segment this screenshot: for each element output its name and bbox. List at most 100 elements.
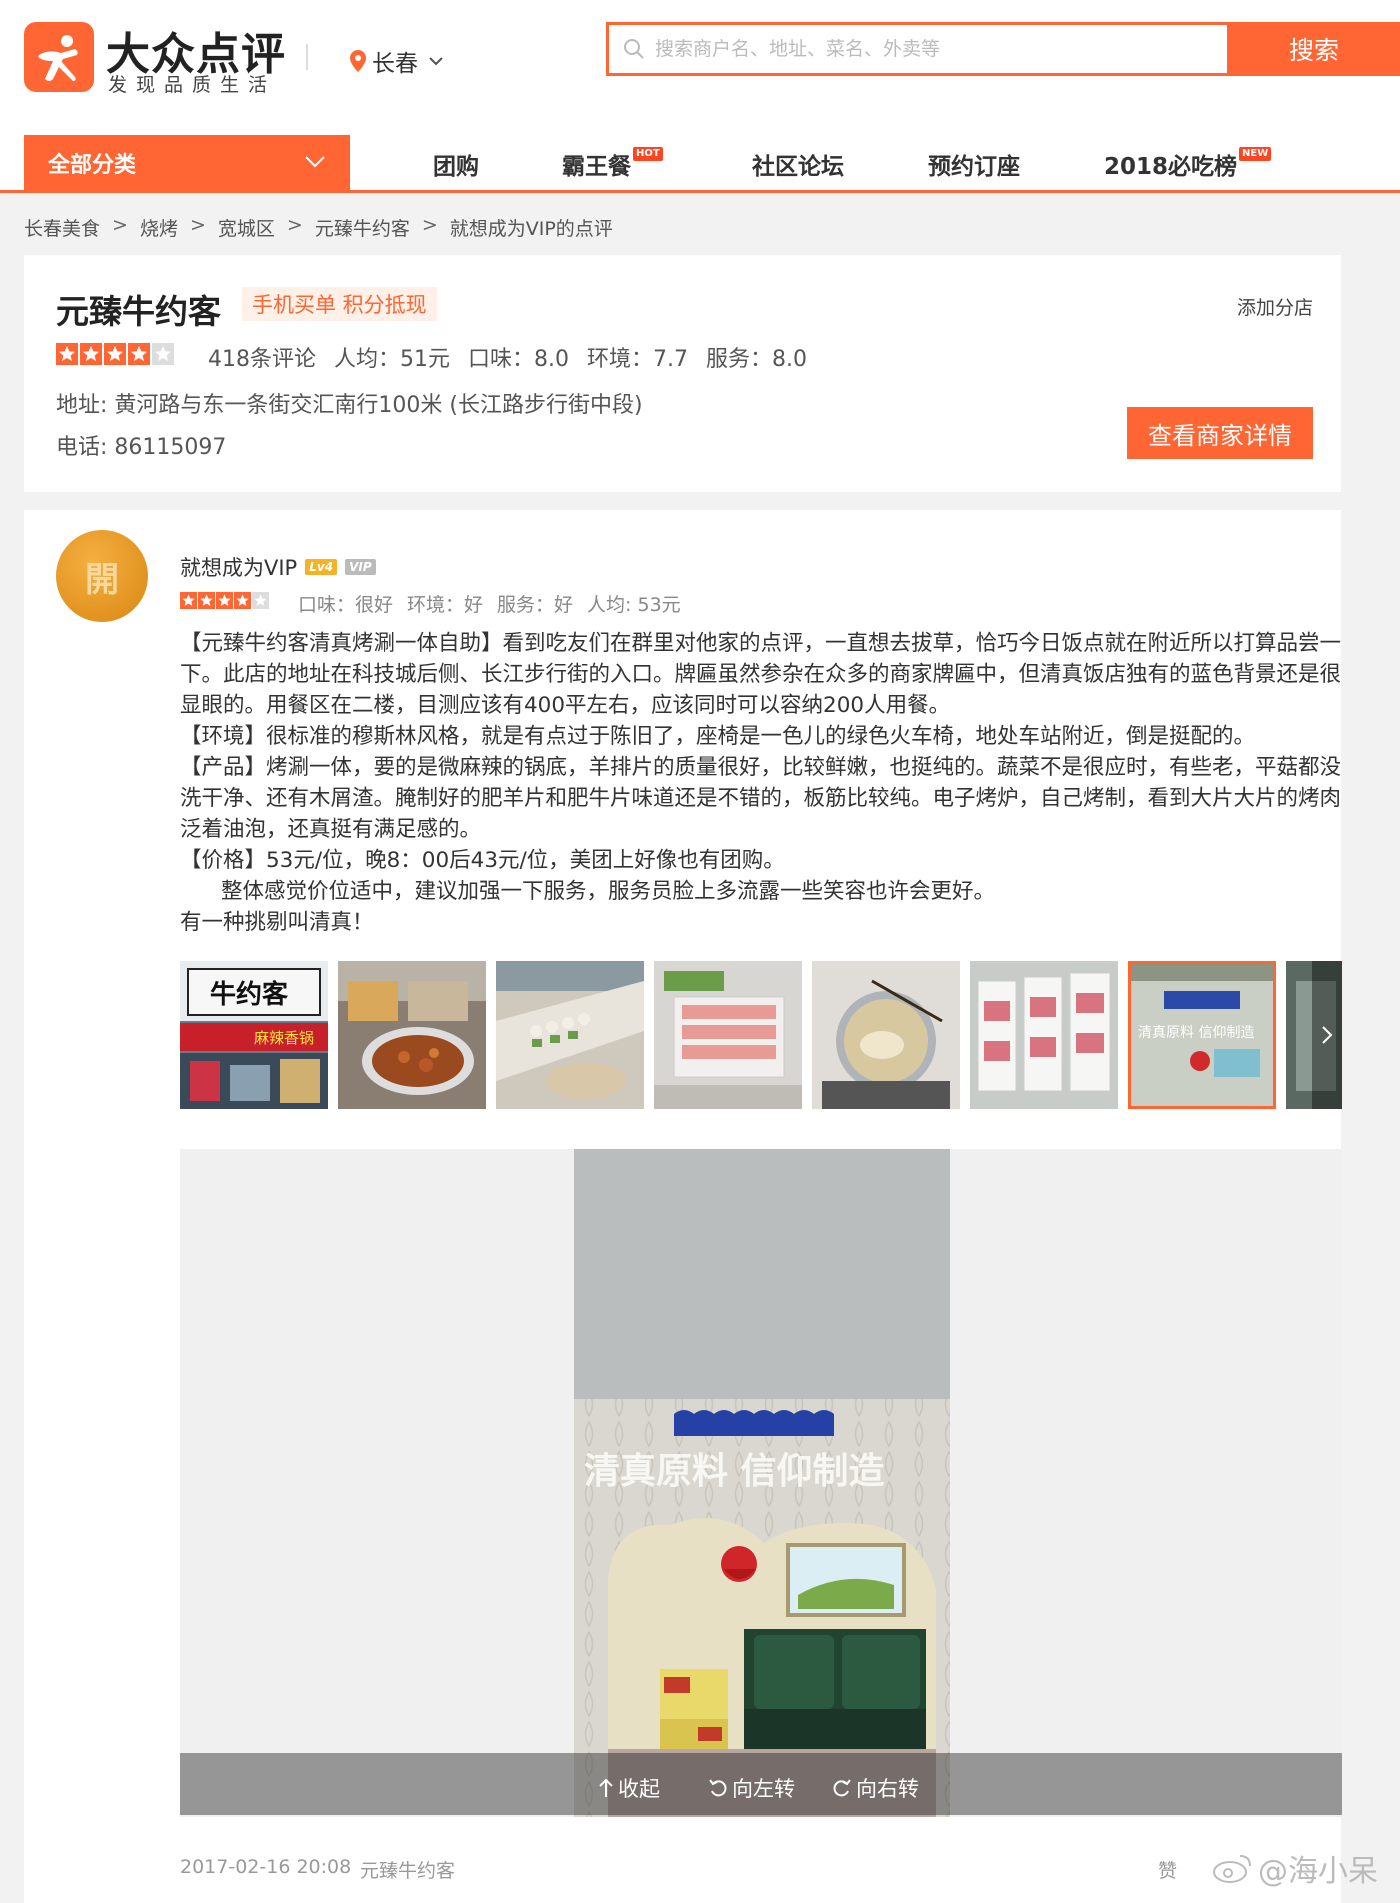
review-env: 环境：好 bbox=[407, 594, 484, 616]
star-icon bbox=[56, 343, 78, 365]
logo-icon[interactable] bbox=[24, 22, 94, 92]
city-name: 长春 bbox=[372, 51, 418, 77]
like-button[interactable]: 赞 bbox=[1158, 1856, 1177, 1883]
photo-thumbnail[interactable] bbox=[496, 961, 644, 1109]
watermark: @海小呆 bbox=[1212, 1846, 1378, 1890]
shop-info-card: 元臻牛约客 手机买单 积分抵现 添加分店 418条评论 人均：51元 口味：8.… bbox=[24, 255, 1341, 492]
review-service: 服务：好 bbox=[497, 594, 574, 616]
review-body: 【元臻牛约客清真烤涮一体自助】看到吃友们在群里对他家的点评，一直想去拔草，恰巧今… bbox=[180, 628, 1356, 938]
star-icon bbox=[252, 592, 269, 609]
review-card: 開 就想成为VIP Lv4 VIP 口味：很好 环境：好 服务：好 人均: 53… bbox=[24, 510, 1378, 1903]
promo-badge: 手机买单 积分抵现 bbox=[242, 287, 437, 321]
star-icon bbox=[152, 343, 174, 365]
review-count[interactable]: 418条评论 bbox=[208, 341, 316, 373]
review-paragraph: 【元臻牛约客清真烤涮一体自助】看到吃友们在群里对他家的点评，一直想去拔草，恰巧今… bbox=[180, 631, 1342, 718]
main-nav: 全部分类 团购 霸王餐HOT 社区论坛 预约订座 2018必吃榜NEW bbox=[0, 133, 1400, 193]
breadcrumb-current: 就想成为VIP的点评 bbox=[449, 218, 613, 240]
breadcrumb-link[interactable]: 长春美食 bbox=[24, 214, 100, 241]
service-score: 服务：8.0 bbox=[706, 347, 807, 372]
breadcrumb-link[interactable]: 宽城区 bbox=[218, 214, 275, 241]
reviewer: 就想成为VIP Lv4 VIP bbox=[180, 552, 376, 582]
viewer-image[interactable]: 清真原料 信仰制造 bbox=[574, 1149, 950, 1817]
add-branch-link[interactable]: 添加分店 bbox=[1237, 293, 1313, 320]
vip-badge: VIP bbox=[345, 559, 376, 575]
new-badge: NEW bbox=[1239, 147, 1272, 161]
avg-price: 人均：51元 bbox=[334, 347, 450, 372]
photo-viewer: 清真原料 信仰制造 收起 向左转 向右转 bbox=[180, 1149, 1342, 1817]
hot-badge: HOT bbox=[633, 147, 663, 161]
review-taste: 口味：很好 bbox=[298, 594, 394, 616]
star-icon bbox=[104, 343, 126, 365]
viewer-controls: 收起 向左转 向右转 bbox=[180, 1753, 1342, 1815]
city-selector[interactable]: 长春 bbox=[350, 44, 444, 78]
photo-thumbnail[interactable] bbox=[970, 961, 1118, 1109]
photo-thumbnail-selected[interactable]: 清真原料 信仰制造 bbox=[1128, 961, 1276, 1109]
all-categories-label: 全部分类 bbox=[48, 152, 137, 178]
breadcrumb: 长春美食 > 烧烤 > 宽城区 > 元臻牛约客 > 就想成为VIP的点评 bbox=[24, 214, 613, 241]
site-header: 大众点评 发现品质生活 长春 搜索 全部分类 团购 霸王餐HOT bbox=[0, 0, 1400, 193]
review-date: 2017-02-16 20:08 bbox=[180, 1856, 352, 1878]
brand-slogan: 发现品质生活 bbox=[108, 74, 277, 96]
next-thumbs-button[interactable] bbox=[1312, 961, 1342, 1109]
shop-name[interactable]: 元臻牛约客 bbox=[56, 285, 221, 333]
svg-text:清真原料 信仰制造: 清真原料 信仰制造 bbox=[584, 1450, 885, 1492]
search-icon bbox=[624, 39, 644, 59]
star-icon bbox=[128, 343, 150, 365]
nav-item-reservation[interactable]: 预约订座 bbox=[928, 147, 1020, 181]
review-paragraph: 有一种挑剔叫清真！ bbox=[180, 910, 374, 935]
nav-item-must-eat[interactable]: 2018必吃榜NEW bbox=[1104, 147, 1272, 181]
review-paragraph: 【环境】很标准的穆斯林风格，就是有点过于陈旧了，座椅是一色儿的绿色火车椅，地处车… bbox=[180, 724, 1256, 749]
review-shop-link[interactable]: 元臻牛约客 bbox=[360, 1856, 455, 1883]
location-pin-icon bbox=[350, 50, 366, 72]
star-icon bbox=[234, 592, 251, 609]
star-icon bbox=[180, 592, 197, 609]
search-button[interactable]: 搜索 bbox=[1227, 22, 1400, 76]
shop-address: 地址: 黄河路与东一条街交汇南行100米 (长江路步行街中段) bbox=[56, 393, 643, 418]
search-bar: 搜索 bbox=[606, 22, 1400, 76]
rotate-right-icon bbox=[833, 1779, 851, 1797]
breadcrumb-link[interactable]: 元臻牛约客 bbox=[315, 214, 410, 241]
review-avg: 人均: 53元 bbox=[587, 594, 681, 616]
level-badge: Lv4 bbox=[305, 559, 338, 575]
divider bbox=[306, 44, 308, 70]
nav-item-forum[interactable]: 社区论坛 bbox=[752, 147, 844, 181]
rotate-right-button[interactable]: 向右转 bbox=[832, 1773, 919, 1803]
env-score: 环境：7.7 bbox=[587, 347, 688, 372]
star-icon bbox=[198, 592, 215, 609]
rotate-left-button[interactable]: 向左转 bbox=[708, 1773, 795, 1803]
all-categories-button[interactable]: 全部分类 bbox=[24, 135, 350, 190]
search-field[interactable] bbox=[606, 22, 1227, 76]
photo-thumbnail[interactable] bbox=[654, 961, 802, 1109]
photo-thumbnails: 牛约客 麻辣香锅 清真原料 信仰制造 bbox=[180, 961, 1342, 1111]
reviewer-name[interactable]: 就想成为VIP bbox=[180, 552, 297, 582]
photo-thumbnail[interactable] bbox=[812, 961, 960, 1109]
taste-score: 口味：8.0 bbox=[468, 347, 569, 372]
weibo-icon bbox=[1213, 1855, 1251, 1883]
svg-text:麻辣香锅: 麻辣香锅 bbox=[254, 1029, 314, 1047]
shop-rating-stars bbox=[56, 343, 174, 365]
review-paragraph: 整体感觉价位适中，建议加强一下服务，服务员脸上多流露一些笑容也许会更好。 bbox=[180, 879, 996, 904]
nav-item-free-meal[interactable]: 霸王餐HOT bbox=[562, 147, 663, 181]
photo-thumbnail[interactable] bbox=[338, 961, 486, 1109]
nav-item-groupbuy[interactable]: 团购 bbox=[433, 147, 479, 181]
svg-text:牛约客: 牛约客 bbox=[210, 979, 289, 1010]
chevron-down-icon bbox=[429, 57, 443, 66]
breadcrumb-link[interactable]: 烧烤 bbox=[140, 214, 178, 241]
rotate-left-icon bbox=[709, 1779, 727, 1797]
shop-detail-button[interactable]: 查看商家详情 bbox=[1127, 407, 1313, 459]
star-icon bbox=[216, 592, 233, 609]
photo-thumbnail[interactable]: 牛约客 麻辣香锅 bbox=[180, 961, 328, 1109]
avatar[interactable]: 開 bbox=[56, 530, 148, 622]
svg-text:清真原料 信仰制造: 清真原料 信仰制造 bbox=[1138, 1025, 1254, 1041]
review-scores: 口味：很好 环境：好 服务：好 人均: 53元 bbox=[298, 590, 681, 617]
review-paragraph: 【价格】53元/位，晚8：00后43元/位，美团上好像也有团购。 bbox=[180, 848, 785, 873]
chevron-down-icon bbox=[305, 156, 325, 168]
shop-stats: 418条评论 人均：51元 口味：8.0 环境：7.7 服务：8.0 bbox=[208, 341, 807, 373]
collapse-button[interactable]: 收起 bbox=[598, 1773, 660, 1803]
review-paragraph: 【产品】烤涮一体，要的是微麻辣的锅底，羊排片的质量很好，比较鲜嫩，也挺纯的。蔬菜… bbox=[180, 755, 1342, 842]
star-icon bbox=[80, 343, 102, 365]
search-input[interactable] bbox=[655, 38, 1175, 60]
review-rating-stars bbox=[180, 592, 269, 609]
arrow-up-icon bbox=[599, 1778, 613, 1797]
chevron-right-icon bbox=[1322, 1026, 1333, 1044]
